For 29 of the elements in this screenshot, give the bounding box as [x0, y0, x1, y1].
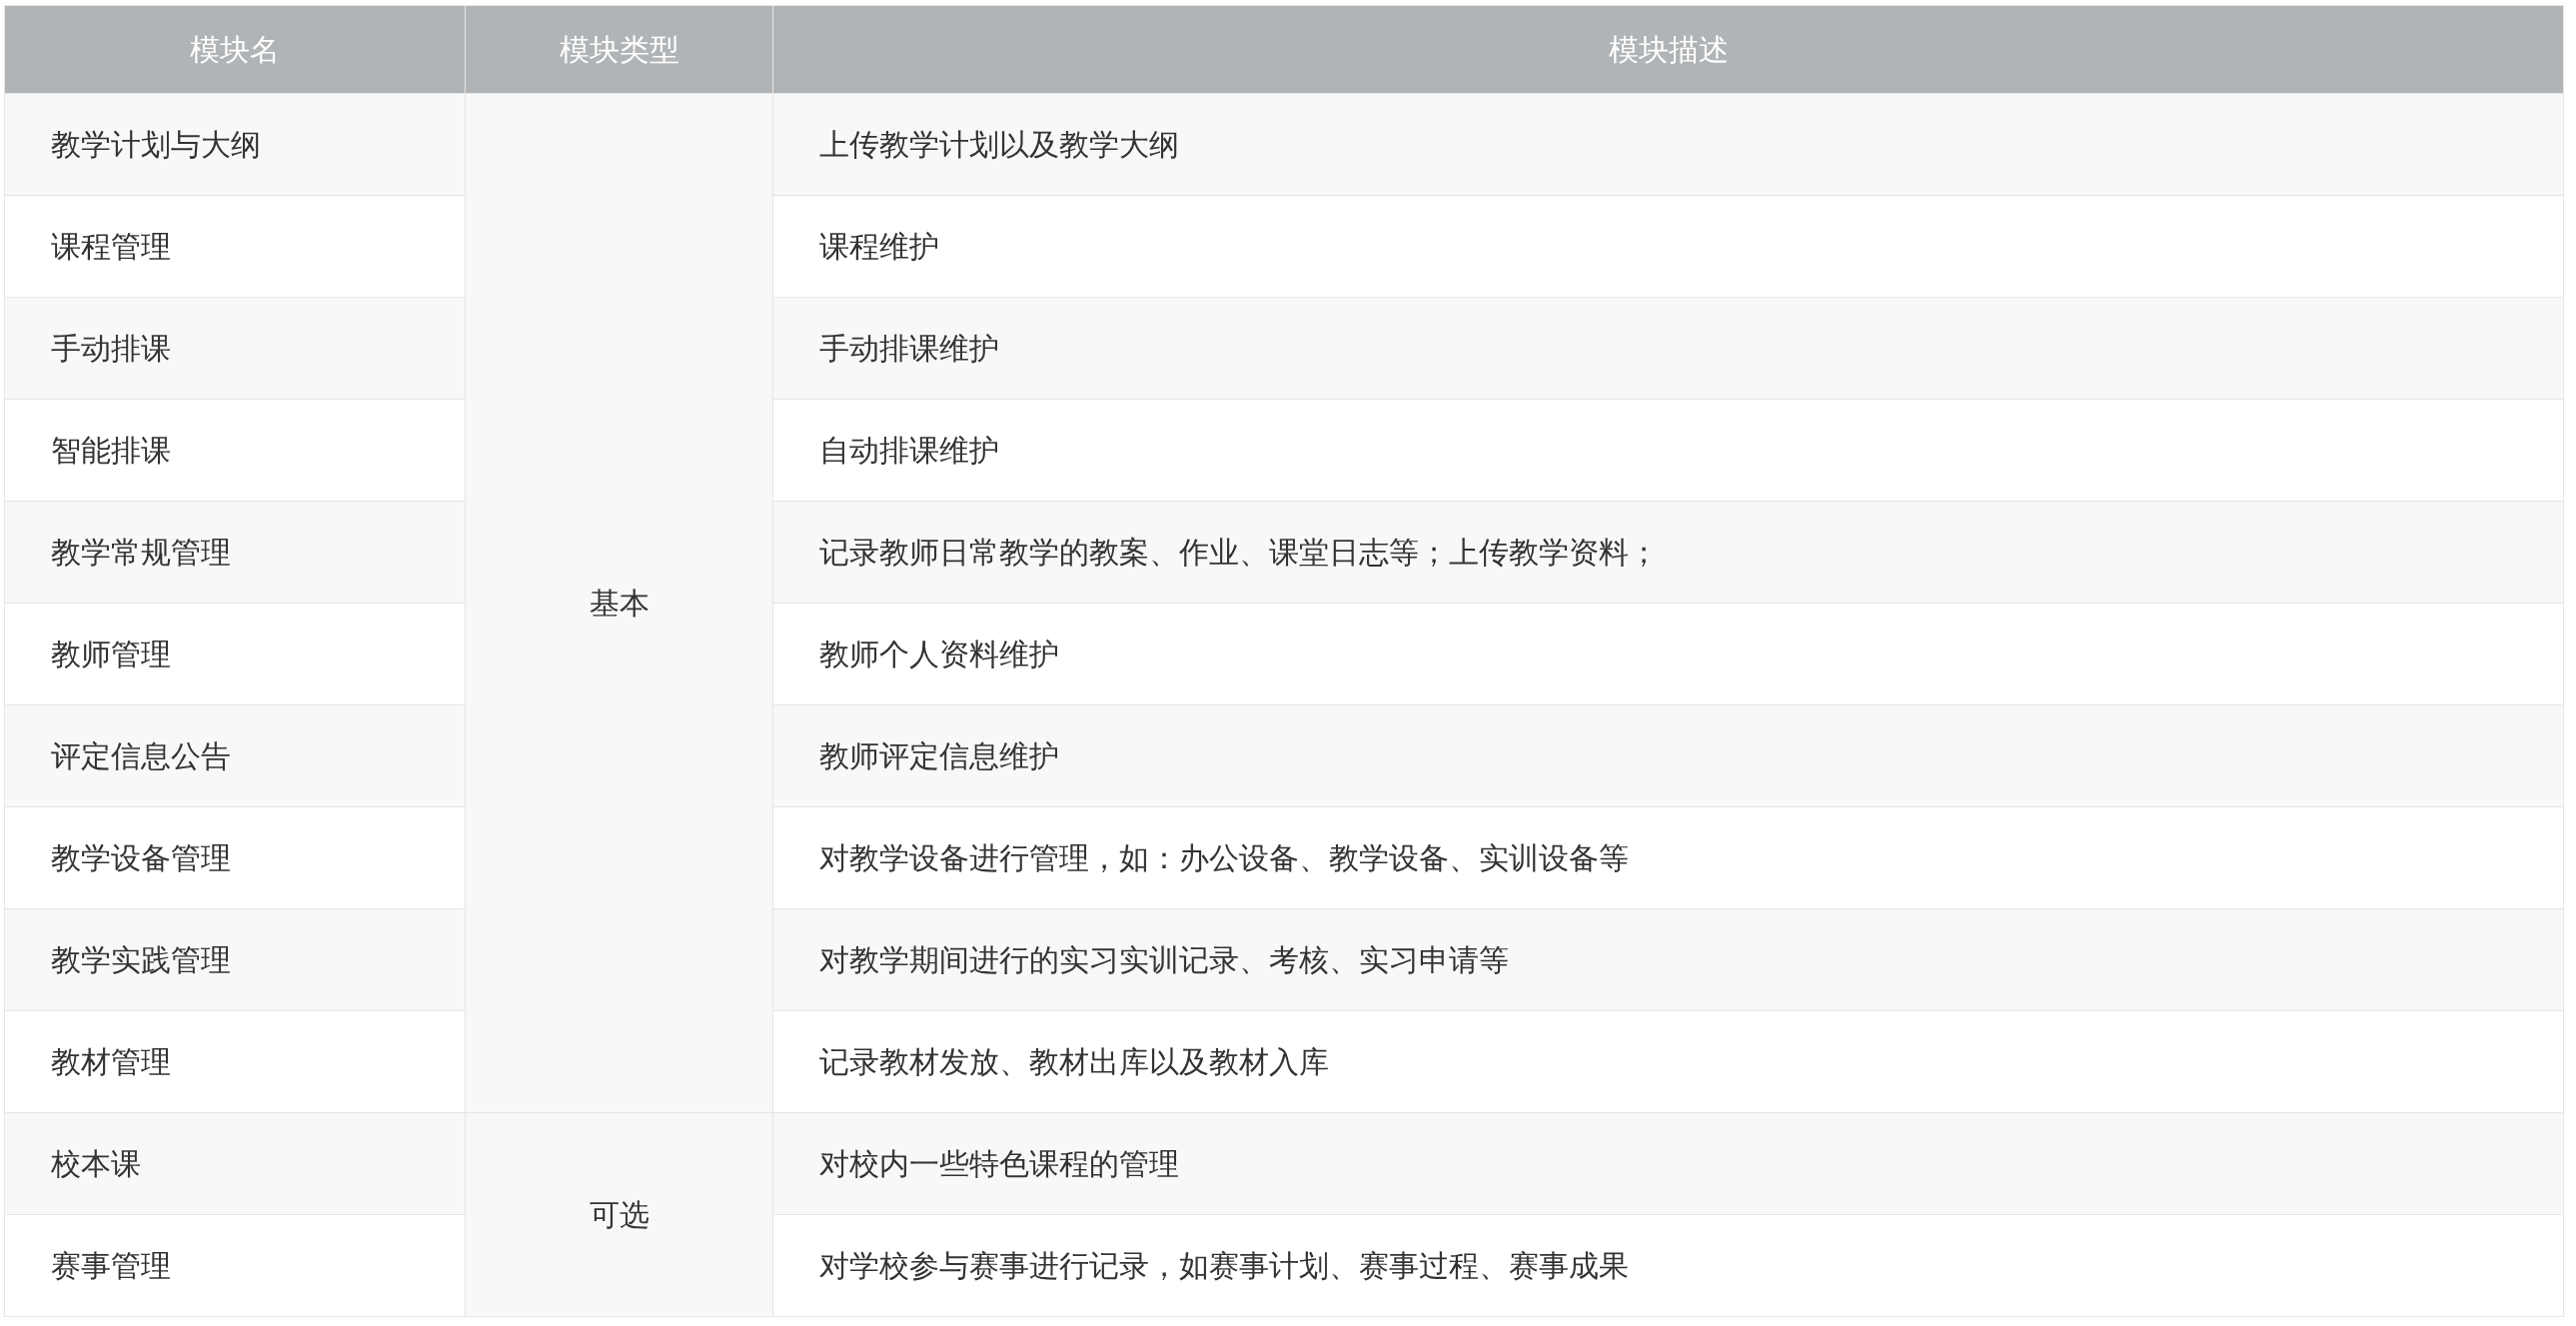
table-cell: 记录教师日常教学的教案、作业、课堂日志等；上传教学资料； — [772, 501, 2564, 604]
table-cell: 记录教材发放、教材出库以及教材入库 — [772, 1010, 2564, 1113]
table-cell: 自动排课维护 — [772, 399, 2564, 502]
table-cell: 课程维护 — [772, 195, 2564, 298]
table-cell: 教材管理 — [4, 1010, 466, 1113]
table-cell: 赛事管理 — [4, 1214, 466, 1317]
table-cell: 教学实践管理 — [4, 908, 466, 1011]
table-cell: 上传教学计划以及教学大纲 — [772, 93, 2564, 196]
table-cell: 校本课 — [4, 1112, 466, 1215]
table-cell: 教学计划与大纲 — [4, 93, 466, 196]
table-cell: 教师管理 — [4, 603, 466, 705]
table-cell: 对校内一些特色课程的管理 — [772, 1112, 2564, 1215]
table-cell: 可选 — [465, 1112, 773, 1317]
column-header: 模块描述 — [772, 5, 2564, 94]
table-cell: 教学设备管理 — [4, 806, 466, 909]
table-cell: 基本 — [465, 93, 773, 1113]
table-cell: 课程管理 — [4, 195, 466, 298]
table-cell: 教学常规管理 — [4, 501, 466, 604]
table-cell: 对教学期间进行的实习实训记录、考核、实习申请等 — [772, 908, 2564, 1011]
table-cell: 教师个人资料维护 — [772, 603, 2564, 705]
table-cell: 评定信息公告 — [4, 704, 466, 807]
table-cell: 对学校参与赛事进行记录，如赛事计划、赛事过程、赛事成果 — [772, 1214, 2564, 1317]
table-cell: 手动排课 — [4, 297, 466, 400]
column-header: 模块名 — [4, 5, 466, 94]
table-cell: 教师评定信息维护 — [772, 704, 2564, 807]
table-cell: 对教学设备进行管理，如：办公设备、教学设备、实训设备等 — [772, 806, 2564, 909]
table-cell: 手动排课维护 — [772, 297, 2564, 400]
column-header: 模块类型 — [465, 5, 773, 94]
table-cell: 智能排课 — [4, 399, 466, 502]
